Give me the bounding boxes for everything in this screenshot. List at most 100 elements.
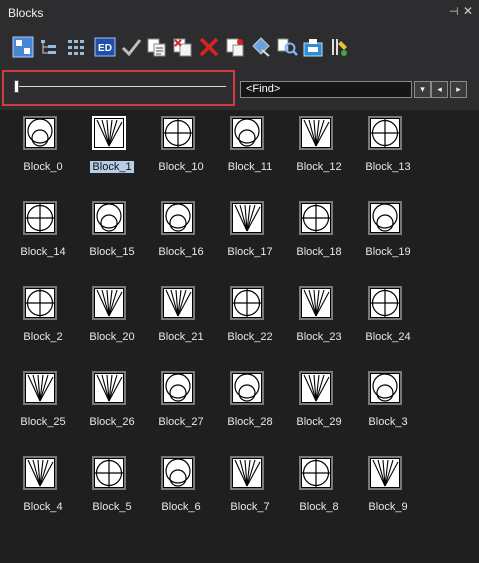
block-label[interactable]: Block_29	[284, 415, 354, 429]
block-label[interactable]: Block_27	[146, 415, 216, 429]
block-item[interactable]: Block_18	[284, 195, 354, 275]
block-thumbnail-fan-icon[interactable]	[299, 371, 333, 405]
block-item[interactable]: Block_0	[8, 110, 78, 190]
block-thumbnail-fan-icon[interactable]	[299, 116, 333, 150]
find-combo[interactable]: <Find>	[240, 81, 412, 98]
block-item[interactable]: Block_29	[284, 365, 354, 445]
block-thumbnail-fan-icon[interactable]	[92, 286, 126, 320]
block-thumbnail-cross-icon[interactable]	[299, 456, 333, 490]
block-label[interactable]: Block_4	[8, 500, 78, 514]
block-item[interactable]: Block_27	[146, 365, 216, 445]
block-thumbnail-fan-icon[interactable]	[92, 116, 126, 150]
block-label[interactable]: Block_3	[353, 415, 423, 429]
block-thumbnail-fan-icon[interactable]	[368, 456, 402, 490]
block-thumbnail-circle-icon[interactable]	[92, 201, 126, 235]
block-thumbnail-cross-icon[interactable]	[23, 201, 57, 235]
block-thumbnail-cross-icon[interactable]	[230, 286, 264, 320]
block-thumbnail-circle-icon[interactable]	[161, 371, 195, 405]
block-thumbnail-circle-icon[interactable]	[161, 456, 195, 490]
copy-remove-icon[interactable]	[172, 36, 194, 58]
block-label[interactable]: Block_28	[215, 415, 285, 429]
find-dropdown-button[interactable]: ▾	[414, 81, 431, 98]
block-label[interactable]: Block_19	[353, 245, 423, 259]
block-item[interactable]: Block_12	[284, 110, 354, 190]
block-thumbnail-cross-icon[interactable]	[299, 201, 333, 235]
close-icon[interactable]: ✕	[463, 4, 473, 18]
block-item[interactable]: Block_20	[77, 280, 147, 360]
block-label[interactable]: Block_8	[284, 500, 354, 514]
attribute-icon[interactable]	[250, 36, 272, 58]
block-item[interactable]: Block_17	[215, 195, 285, 275]
block-label[interactable]: Block_7	[215, 500, 285, 514]
next-button[interactable]: ▸	[450, 81, 467, 98]
zoom-slider-thumb[interactable]	[14, 80, 19, 93]
block-item[interactable]: Block_10	[146, 110, 216, 190]
block-label[interactable]: Block_15	[77, 245, 147, 259]
block-thumbnail-fan-icon[interactable]	[230, 201, 264, 235]
block-thumbnail-fan-icon[interactable]	[230, 456, 264, 490]
block-item[interactable]: Block_3	[353, 365, 423, 445]
edit-block-icon[interactable]: ED	[94, 36, 116, 58]
block-label[interactable]: Block_16	[146, 245, 216, 259]
block-item[interactable]: Block_11	[215, 110, 285, 190]
block-label[interactable]: Block_13	[353, 160, 423, 174]
block-item[interactable]: Block_15	[77, 195, 147, 275]
block-label[interactable]: Block_20	[77, 330, 147, 344]
block-thumbnail-circle-icon[interactable]	[23, 116, 57, 150]
tree-view-icon[interactable]	[38, 36, 60, 58]
block-label[interactable]: Block_14	[8, 245, 78, 259]
block-label[interactable]: Block_21	[146, 330, 216, 344]
block-item[interactable]: Block_24	[353, 280, 423, 360]
block-label[interactable]: Block_0	[8, 160, 78, 174]
block-label[interactable]: Block_2	[8, 330, 78, 344]
prev-button[interactable]: ◂	[431, 81, 448, 98]
block-item[interactable]: Block_25	[8, 365, 78, 445]
block-thumbnail-fan-icon[interactable]	[23, 371, 57, 405]
block-thumbnail-circle-icon[interactable]	[368, 201, 402, 235]
block-label[interactable]: Block_17	[215, 245, 285, 259]
block-item[interactable]: Block_2	[8, 280, 78, 360]
pin-icon[interactable]: ⊣	[449, 5, 459, 18]
block-item[interactable]: Block_21	[146, 280, 216, 360]
block-tools-icon[interactable]	[328, 36, 350, 58]
block-item[interactable]: Block_14	[8, 195, 78, 275]
block-item[interactable]: Block_5	[77, 450, 147, 530]
block-thumbnail-circle-icon[interactable]	[230, 116, 264, 150]
block-label[interactable]: Block_9	[353, 500, 423, 514]
block-thumbnail-cross-icon[interactable]	[23, 286, 57, 320]
block-thumbnail-fan-icon[interactable]	[161, 286, 195, 320]
zoom-slider-track[interactable]	[14, 86, 226, 87]
export-icon[interactable]	[302, 36, 324, 58]
block-thumbnail-fan-icon[interactable]	[23, 456, 57, 490]
delete-icon[interactable]	[198, 36, 220, 58]
block-item[interactable]: Block_28	[215, 365, 285, 445]
block-label[interactable]: Block_1	[77, 160, 147, 174]
block-thumbnail-cross-icon[interactable]	[368, 116, 402, 150]
block-label[interactable]: Block_26	[77, 415, 147, 429]
copy-block-icon[interactable]	[146, 36, 168, 58]
block-label[interactable]: Block_10	[146, 160, 216, 174]
block-item[interactable]: Block_8	[284, 450, 354, 530]
block-item[interactable]: Block_1	[77, 110, 147, 190]
block-label[interactable]: Block_5	[77, 500, 147, 514]
block-item[interactable]: Block_26	[77, 365, 147, 445]
block-thumbnail-circle-icon[interactable]	[161, 201, 195, 235]
block-thumbnail-fan-icon[interactable]	[92, 371, 126, 405]
block-label[interactable]: Block_6	[146, 500, 216, 514]
block-thumbnail-cross-icon[interactable]	[161, 116, 195, 150]
block-thumbnail-cross-icon[interactable]	[92, 456, 126, 490]
block-label[interactable]: Block_22	[215, 330, 285, 344]
check-icon[interactable]	[120, 36, 142, 58]
find-block-icon[interactable]	[276, 36, 298, 58]
block-label[interactable]: Block_12	[284, 160, 354, 174]
block-item[interactable]: Block_9	[353, 450, 423, 530]
block-thumbnail-circle-icon[interactable]	[230, 371, 264, 405]
block-item[interactable]: Block_19	[353, 195, 423, 275]
block-item[interactable]: Block_16	[146, 195, 216, 275]
view-large-icon[interactable]	[12, 36, 34, 58]
block-label[interactable]: Block_18	[284, 245, 354, 259]
block-item[interactable]: Block_7	[215, 450, 285, 530]
rename-icon[interactable]	[224, 36, 246, 58]
block-thumbnail-cross-icon[interactable]	[368, 286, 402, 320]
block-thumbnail-fan-icon[interactable]	[299, 286, 333, 320]
